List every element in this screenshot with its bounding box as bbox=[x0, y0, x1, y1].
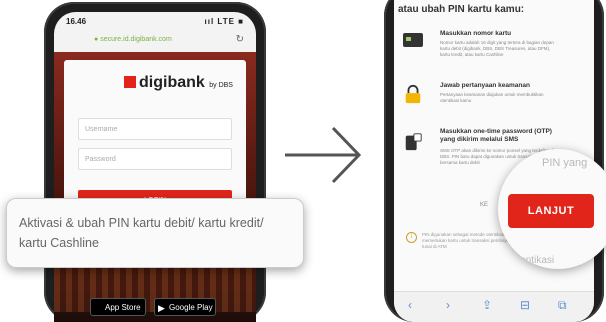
browser-toolbar: ‹ › ⇪ ⊟ ⧉ bbox=[394, 291, 594, 322]
card-icon bbox=[403, 33, 423, 47]
app-store-badge[interactable]: App Store bbox=[90, 298, 146, 316]
browser-url-bar[interactable]: ● secure.id.digibank.com ↻ bbox=[54, 30, 256, 53]
back-link[interactable]: KE bbox=[480, 202, 488, 208]
logo-text: digibank bbox=[139, 74, 205, 91]
url-text[interactable]: ● secure.id.digibank.com bbox=[94, 36, 172, 43]
digibank-logo: digibank by DBS bbox=[124, 74, 233, 92]
right-arrow-icon bbox=[285, 126, 362, 184]
magnified-ghost-text-bottom: an otentikasi bbox=[498, 255, 555, 266]
status-icons: ııl LTE ■ bbox=[204, 17, 244, 26]
magnifier-callout: PIN yang LANJUT an otentikasi bbox=[498, 149, 606, 269]
info-icon: i bbox=[406, 232, 417, 243]
step-description: Nomor kartu adalah 16 digit yang tertera… bbox=[440, 40, 554, 57]
google-play-badge[interactable]: ▶ Google Play bbox=[154, 298, 216, 316]
app-store-label: App Store bbox=[105, 303, 141, 312]
step-title: Jawab pertanyaan keamanan bbox=[440, 82, 530, 89]
lanjut-button[interactable]: LANJUT bbox=[508, 194, 594, 228]
step-title: Masukkan nomor kartu bbox=[440, 30, 512, 37]
lock-icon bbox=[405, 84, 421, 104]
step-title: Masukkan one-time password (OTP) yang di… bbox=[440, 128, 552, 143]
reload-icon[interactable]: ↻ bbox=[236, 34, 244, 45]
status-bar: 16.46 ııl LTE ■ bbox=[54, 12, 256, 30]
google-play-label: Google Play bbox=[169, 303, 213, 312]
status-time: 16.46 bbox=[66, 17, 87, 26]
username-field[interactable]: Username bbox=[78, 118, 232, 140]
tooltip-text: Aktivasi & ubah PIN kartu debit/ kartu k… bbox=[19, 216, 264, 250]
play-icon: ▶ bbox=[158, 303, 165, 313]
logo-suffix: by DBS bbox=[209, 82, 233, 89]
otp-phone-icon bbox=[405, 133, 422, 151]
page-heading: atau ubah PIN kartu kamu: bbox=[398, 4, 525, 15]
password-field[interactable]: Password bbox=[78, 148, 232, 170]
tabs-icon[interactable]: ⧉ bbox=[558, 298, 567, 313]
magnified-ghost-text: PIN yang bbox=[542, 157, 588, 169]
step-description: Pertanyaan keamanan diajukan untuk membu… bbox=[440, 92, 544, 103]
dbs-mark-icon bbox=[124, 76, 136, 88]
left-phone-frame: 16.46 ııl LTE ■ ● secure.id.digibank.com… bbox=[44, 2, 266, 322]
url-value: secure.id.digibank.com bbox=[100, 36, 172, 43]
left-phone-screen: 16.46 ııl LTE ■ ● secure.id.digibank.com… bbox=[54, 12, 256, 322]
activation-tooltip: Aktivasi & ubah PIN kartu debit/ kartu k… bbox=[6, 198, 304, 268]
